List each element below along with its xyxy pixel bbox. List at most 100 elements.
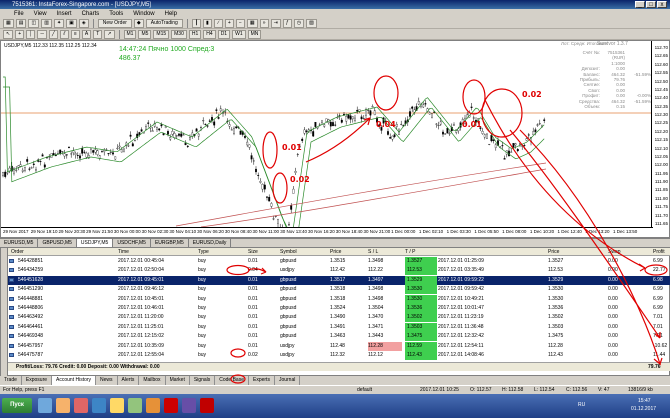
new-chart-icon[interactable]: ▦ <box>3 18 14 28</box>
table-row[interactable]: 546463492 2017.12.01 11:20:00 buy 0.01 gbpus… <box>8 313 670 323</box>
chart-window[interactable]: USDJPY,M5 112.33 112.35 112.25 112.34 14… <box>0 40 670 238</box>
app-icon-purple[interactable] <box>182 398 196 413</box>
media-icon[interactable] <box>56 398 70 413</box>
market-watch-icon[interactable]: ◫ <box>28 18 40 28</box>
menu-file[interactable]: File <box>14 11 24 17</box>
crosshair-icon[interactable]: + <box>15 29 25 39</box>
menu-tools[interactable]: Tools <box>109 11 123 17</box>
col-close-price[interactable]: Price <box>548 248 559 256</box>
col-profit[interactable]: Profit <box>653 248 665 256</box>
price-chart[interactable] <box>1 41 653 227</box>
label-icon[interactable]: T <box>93 29 103 39</box>
text-icon[interactable]: A <box>81 29 92 39</box>
cursor-icon[interactable]: ↖ <box>3 29 14 39</box>
zoom-out-icon[interactable]: − <box>235 18 245 28</box>
app-icon-chart[interactable] <box>146 398 160 413</box>
trendline-icon[interactable]: ╱ <box>48 29 58 39</box>
fibonacci-icon[interactable]: ≡ <box>70 29 80 39</box>
timeframe-m30[interactable]: M30 <box>171 29 187 39</box>
menu-charts[interactable]: Charts <box>82 11 100 17</box>
app-icon-red[interactable] <box>164 398 178 413</box>
language-indicator[interactable]: RU <box>578 402 585 408</box>
tab-news[interactable]: News <box>96 376 118 385</box>
tab-alerts[interactable]: Alerts <box>118 376 140 385</box>
table-row[interactable]: 546457957 2017.12.01 10:35:09 buy 0.01 usdjp… <box>8 341 670 351</box>
arrow-icon[interactable]: ↗ <box>104 29 115 39</box>
timeframe-m1[interactable]: M1 <box>123 29 137 39</box>
candlestick-icon[interactable]: ▮ <box>202 18 212 28</box>
indicators-icon[interactable]: ƒ <box>282 18 292 28</box>
menu-window[interactable]: Window <box>133 11 154 17</box>
table-row[interactable]: 546464461 2017.12.01 11:25:01 buy 0.01 gbpus… <box>8 322 670 332</box>
table-row[interactable]: 546428851 2017.12.01 00:45:04 buy 0.01 gbpus… <box>8 257 670 266</box>
terminal-icon[interactable]: ▣ <box>66 18 77 28</box>
metatrader-icon[interactable] <box>200 398 214 413</box>
metaeditor-icon[interactable]: ◆ <box>133 18 144 28</box>
tab-journal[interactable]: Journal <box>275 376 301 385</box>
tab-mailbox[interactable]: Mailbox <box>139 376 166 385</box>
timeframe-m5[interactable]: M5 <box>138 29 152 39</box>
tab-signals[interactable]: Signals <box>190 376 216 385</box>
menu-insert[interactable]: Insert <box>57 11 72 17</box>
chart-shift-icon[interactable]: ⇥ <box>270 18 281 28</box>
col-tp[interactable]: T / P <box>405 248 415 256</box>
app-icon-mt[interactable] <box>128 398 142 413</box>
auto-trading-button[interactable]: AutoTrading <box>145 18 183 28</box>
clock-time[interactable]: 15:47 <box>638 398 651 404</box>
tab-trade[interactable]: Trade <box>0 376 22 385</box>
navigator-icon[interactable]: ✦ <box>53 18 65 28</box>
periods-icon[interactable]: ◷ <box>293 18 305 28</box>
tab-exposure[interactable]: Exposure <box>22 376 53 385</box>
candle-body <box>167 131 169 135</box>
tab-experts[interactable]: Experts <box>249 376 275 385</box>
timeframe-h4[interactable]: H4 <box>203 29 216 39</box>
timeframe-w1[interactable]: W1 <box>232 29 246 39</box>
menu-view[interactable]: View <box>34 11 47 17</box>
strategy-tester-icon[interactable]: ◈ <box>78 18 89 28</box>
tile-icon[interactable]: ▦ <box>246 18 258 28</box>
horizontal-line-icon[interactable]: ─ <box>37 29 47 39</box>
col-type[interactable]: Type <box>198 248 209 256</box>
minimize-button[interactable]: _ <box>635 1 645 8</box>
autoscroll-icon[interactable]: » <box>259 18 269 28</box>
col-swap[interactable]: Swap <box>608 248 621 256</box>
bar-chart-icon[interactable]: ┃ <box>191 18 201 28</box>
timeframe-h1[interactable]: H1 <box>188 29 202 39</box>
timeframe-d1[interactable]: D1 <box>217 29 231 39</box>
channel-icon[interactable]: ⫽ <box>59 29 69 39</box>
explorer-icon[interactable] <box>38 398 52 413</box>
tab-account-history[interactable]: Account History <box>52 376 97 385</box>
table-row[interactable]: 546448806 2017.12.01 10:46:01 buy 0.01 gbpus… <box>8 304 670 313</box>
templates-icon[interactable]: ▧ <box>306 18 317 28</box>
app-icon-folder[interactable] <box>110 398 124 413</box>
table-row[interactable]: 546451290 2017.12.01 09:46:12 buy 0.01 gbpus… <box>8 285 670 295</box>
start-button[interactable]: Пуск <box>2 398 32 413</box>
vertical-line-icon[interactable]: │ <box>26 29 36 39</box>
timeframe-m15[interactable]: M15 <box>153 29 170 39</box>
clock-date[interactable]: 01.12.2017 <box>631 406 656 412</box>
menu-help[interactable]: Help <box>165 11 177 17</box>
close-button[interactable]: x <box>657 1 667 8</box>
zoom-in-icon[interactable]: + <box>224 18 234 28</box>
table-row[interactable]: 546469348 2017.12.01 12:15:02 buy 0.01 gbpus… <box>8 332 670 342</box>
opera-icon[interactable] <box>74 398 88 413</box>
timeframe-mn[interactable]: MN <box>247 29 262 39</box>
maximize-button[interactable]: □ <box>646 1 656 8</box>
line-chart-icon[interactable]: ∕ <box>213 18 223 28</box>
table-row[interactable]: 546448881 2017.12.01 10:45:01 buy 0.01 gbpus… <box>8 294 670 304</box>
col-price[interactable]: Price <box>330 248 341 256</box>
table-row[interactable]: 546475787 2017.12.01 12:55:04 buy 0.02 usdjp… <box>8 351 670 360</box>
new-order-button[interactable]: New Order <box>97 18 132 28</box>
tab-market[interactable]: Market <box>166 376 190 385</box>
col-size[interactable]: Size <box>248 248 258 256</box>
tab-code-base[interactable]: Code Base <box>215 376 249 385</box>
data-window-icon[interactable]: ▥ <box>41 18 52 28</box>
col-symbol[interactable]: Symbol <box>280 248 297 256</box>
col-sl[interactable]: S / L <box>368 248 378 256</box>
app-icon-p[interactable] <box>92 398 106 413</box>
profiles-icon[interactable]: ▤ <box>15 18 27 28</box>
table-row[interactable]: 546451628 2017.12.01 09:45:01 buy 0.01 gbpus… <box>8 275 670 285</box>
col-time[interactable]: Time <box>118 248 129 256</box>
table-row[interactable]: 546434259 2017.12.01 02:50:04 buy 0.04 usdjp… <box>8 266 670 276</box>
col-order[interactable]: Order <box>11 248 24 256</box>
